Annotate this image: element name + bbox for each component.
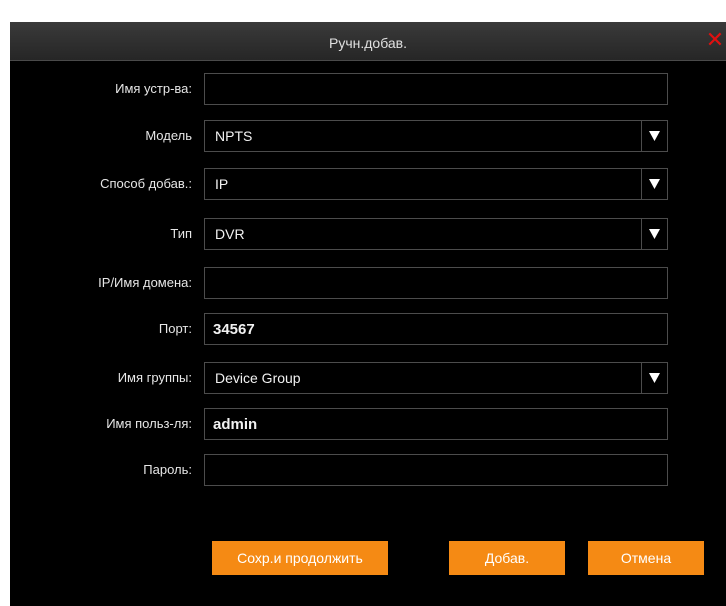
model-label: Модель [145, 128, 192, 143]
group-select[interactable]: Device Group [204, 362, 668, 394]
username-input[interactable] [204, 408, 668, 440]
manual-add-dialog: Ручн.добав. ✕ Имя устр-ва: Модель NPTS С… [10, 22, 726, 606]
dialog-titlebar: Ручн.добав. ✕ [10, 22, 726, 61]
row-password: Пароль: [10, 454, 726, 486]
password-input[interactable] [204, 454, 668, 486]
port-input[interactable] [204, 313, 668, 345]
row-type: Тип DVR [10, 218, 726, 250]
chevron-down-icon[interactable] [641, 169, 667, 199]
add-method-select[interactable]: IP [204, 168, 668, 200]
model-select-value: NPTS [215, 128, 253, 144]
type-label: Тип [170, 226, 192, 241]
chevron-down-icon[interactable] [641, 363, 667, 393]
row-port: Порт: [10, 313, 726, 345]
row-ip-domain: IP/Имя домена: [10, 267, 726, 299]
device-name-input[interactable] [204, 73, 668, 105]
username-label: Имя польз-ля: [106, 416, 192, 431]
add-method-select-value: IP [215, 176, 229, 192]
device-name-label: Имя устр-ва: [115, 81, 192, 96]
row-device-name: Имя устр-ва: [10, 73, 726, 105]
cancel-button[interactable]: Отмена [588, 541, 704, 575]
row-group: Имя группы: Device Group [10, 362, 726, 394]
type-select[interactable]: DVR [204, 218, 668, 250]
group-select-value: Device Group [215, 370, 301, 386]
chevron-down-icon[interactable] [641, 219, 667, 249]
ip-domain-label: IP/Имя домена: [98, 275, 192, 290]
group-label: Имя группы: [117, 370, 192, 385]
model-select[interactable]: NPTS [204, 120, 668, 152]
close-icon[interactable]: ✕ [704, 28, 726, 52]
add-method-label: Способ добав.: [100, 176, 192, 191]
port-label: Порт: [158, 321, 192, 336]
row-add-method: Способ добав.: IP [10, 168, 726, 200]
ip-domain-input[interactable] [204, 267, 668, 299]
dialog-title: Ручн.добав. [328, 35, 408, 51]
save-continue-button[interactable]: Сохр.и продолжить [212, 541, 388, 575]
chevron-down-icon[interactable] [641, 121, 667, 151]
type-select-value: DVR [215, 226, 245, 242]
add-button[interactable]: Добав. [449, 541, 565, 575]
row-model: Модель NPTS [10, 120, 726, 152]
row-username: Имя польз-ля: [10, 408, 726, 440]
password-label: Пароль: [143, 462, 192, 477]
